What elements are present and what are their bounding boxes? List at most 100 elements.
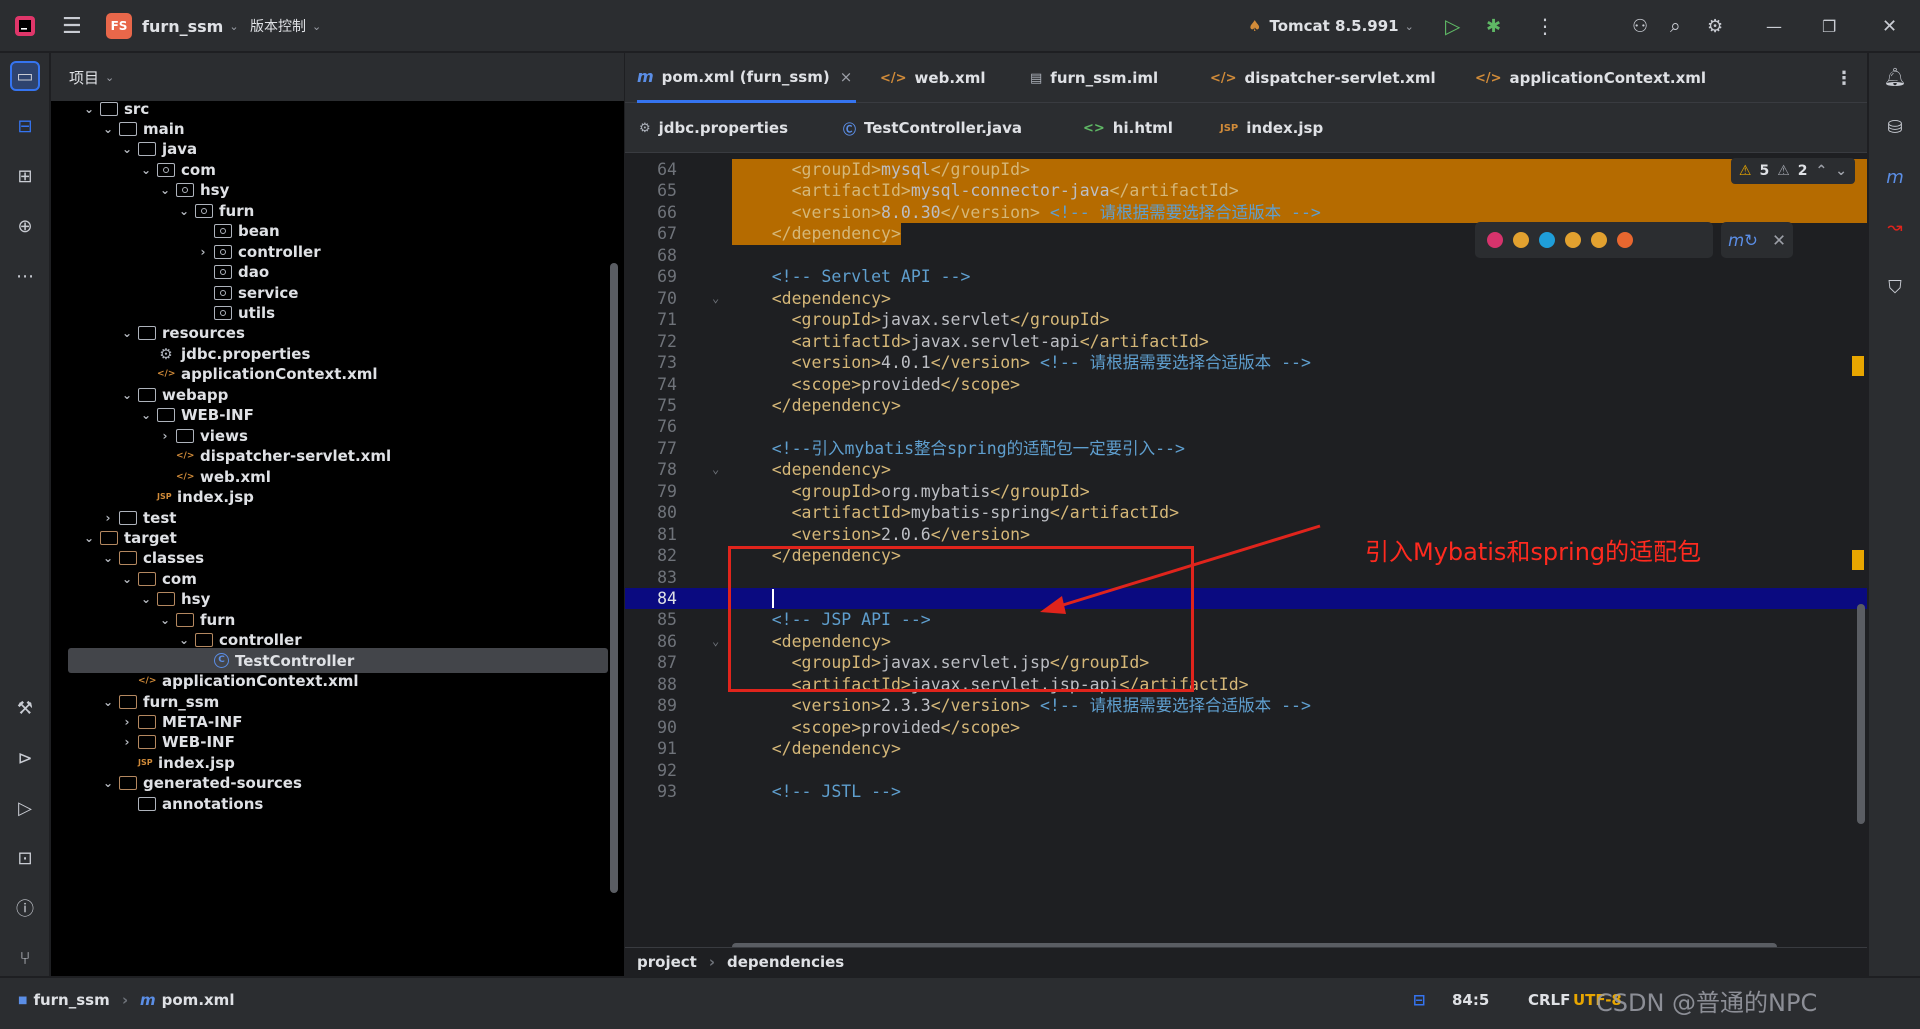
tree-item-label: applicationContext.xml bbox=[181, 365, 378, 384]
run-config-label: Tomcat 8.5.991 bbox=[1269, 17, 1399, 35]
code-line: 76 bbox=[625, 416, 1867, 437]
code-area[interactable]: 64 <groupId>mysql</groupId> 65 <artifactI… bbox=[625, 154, 1867, 946]
code-line: 72 <artifactId>javax.servlet-api</artifa… bbox=[625, 331, 1867, 352]
firefox-icon[interactable] bbox=[1617, 232, 1633, 248]
chevron-down-icon[interactable]: ⌄ bbox=[1835, 163, 1847, 179]
tab-dispatcher-servlet-xml[interactable]: </> dispatcher-servlet.xml bbox=[1210, 53, 1436, 103]
chevron-down-icon[interactable]: ⌄ bbox=[82, 531, 96, 545]
tab-jdbc-properties[interactable]: ⚙ jdbc.properties bbox=[639, 103, 788, 153]
edge-icon[interactable] bbox=[1539, 232, 1555, 248]
chevron-down-icon[interactable]: ⌄ bbox=[177, 204, 191, 218]
status-path-file[interactable]: m pom.xml bbox=[140, 978, 234, 1022]
database-icon[interactable]: ⛁ bbox=[1881, 113, 1909, 141]
breadcrumb-dependencies[interactable]: dependencies bbox=[727, 953, 844, 971]
chevron-down-icon[interactable]: ⌄ bbox=[139, 163, 153, 177]
chrome-icon[interactable] bbox=[1591, 232, 1607, 248]
run-config-selector[interactable]: ♠ Tomcat 8.5.991 ⌄ bbox=[1248, 0, 1414, 52]
tab-furn-ssm-iml[interactable]: ▤ furn_ssm.iml bbox=[1030, 53, 1158, 103]
chevron-down-icon[interactable]: ⌄ bbox=[139, 592, 153, 606]
chevron-right-icon[interactable]: › bbox=[158, 429, 172, 443]
chevron-down-icon[interactable]: ⌄ bbox=[82, 102, 96, 116]
chevron-down-icon[interactable]: ⌄ bbox=[101, 695, 115, 709]
chevron-down-icon[interactable]: ⌄ bbox=[139, 408, 153, 422]
fold-icon[interactable]: ⌄ bbox=[712, 288, 719, 309]
git-tool-icon[interactable]: ⑂ bbox=[10, 943, 40, 973]
chrome-icon[interactable] bbox=[1565, 232, 1581, 248]
project-selector[interactable]: FS furn_ssm ⌄ bbox=[106, 0, 239, 52]
close-icon[interactable]: ✕ bbox=[1772, 231, 1786, 250]
app-logo-icon[interactable] bbox=[14, 0, 36, 52]
maven-reload-icon[interactable]: m↻ bbox=[1728, 231, 1758, 250]
run-tool-icon[interactable]: ▷ bbox=[10, 793, 40, 823]
shield-icon[interactable]: ⛉ bbox=[1881, 273, 1909, 301]
gear-icon[interactable]: ⚙ bbox=[1707, 0, 1723, 52]
breadcrumb-project[interactable]: project bbox=[637, 953, 697, 971]
restore-icon[interactable]: ❐ bbox=[1822, 0, 1836, 52]
more-tools-icon[interactable]: ⋯ bbox=[10, 261, 40, 291]
plugin-icon[interactable]: ↝ bbox=[1881, 213, 1909, 241]
tree-item[interactable]: annotations bbox=[51, 791, 611, 816]
line-separator[interactable]: CRLF bbox=[1528, 978, 1570, 1022]
debug-icon[interactable]: ✱ bbox=[1486, 0, 1501, 52]
intellij-browser-icon[interactable] bbox=[1487, 232, 1503, 248]
line-number: 70 bbox=[657, 288, 677, 308]
fold-icon[interactable]: ⌄ bbox=[712, 459, 719, 480]
chevron-down-icon[interactable]: ⌄ bbox=[101, 551, 115, 565]
structure-icon[interactable]: ⊟ bbox=[1413, 978, 1426, 1022]
editor-vertical-scrollbar[interactable] bbox=[1857, 604, 1865, 824]
project-panel-header[interactable]: 项目 ⌄ bbox=[51, 53, 624, 101]
web-tool-icon[interactable]: ⊕ bbox=[10, 211, 40, 241]
project-tool-icon[interactable]: ▭ bbox=[10, 61, 40, 91]
tab-index-jsp[interactable]: JSP index.jsp bbox=[1220, 103, 1323, 153]
vcs-menu[interactable]: 版本控制 ⌄ bbox=[250, 0, 321, 52]
tab-web-xml[interactable]: </> web.xml bbox=[880, 53, 985, 103]
chevron-down-icon[interactable]: ⌄ bbox=[158, 183, 172, 197]
notifications-icon[interactable]: 🔔︎ bbox=[1881, 63, 1909, 91]
folder-icon bbox=[176, 612, 194, 627]
status-path-project[interactable]: ■ furn_ssm bbox=[18, 978, 110, 1022]
error-stripe-marker[interactable] bbox=[1852, 356, 1864, 376]
weak-warnings-count: 2 bbox=[1797, 163, 1808, 179]
chevron-down-icon[interactable]: ⌄ bbox=[120, 326, 134, 340]
fold-icon[interactable]: ⌄ bbox=[712, 631, 719, 652]
minimize-icon[interactable]: — bbox=[1766, 0, 1782, 52]
chevron-down-icon[interactable]: ⌄ bbox=[158, 613, 172, 627]
tree-item-label: views bbox=[200, 426, 248, 445]
chevron-right-icon[interactable]: › bbox=[120, 735, 134, 749]
chevron-down-icon[interactable]: ⌄ bbox=[101, 122, 115, 136]
build-tool-icon[interactable]: ⚒ bbox=[10, 693, 40, 723]
run-icon[interactable]: ▷ bbox=[1445, 0, 1460, 52]
chevron-right-icon[interactable]: › bbox=[120, 715, 134, 729]
tab-testcontroller-java[interactable]: Ⓒ TestController.java bbox=[843, 103, 1022, 153]
tree-item-label: dispatcher-servlet.xml bbox=[200, 447, 392, 466]
close-icon[interactable]: ✕ bbox=[1882, 0, 1897, 52]
maven-tool-icon[interactable]: m bbox=[1881, 163, 1909, 191]
chevron-down-icon[interactable]: ⌄ bbox=[120, 572, 134, 586]
inspection-widget[interactable]: ⚠ 5 ⚠ 2 ⌃ ⌄ bbox=[1730, 158, 1855, 184]
services-tool-icon[interactable]: ⊞ bbox=[10, 161, 40, 191]
more-actions-icon[interactable]: ⋮ bbox=[1535, 0, 1555, 52]
search-icon[interactable]: ⌕ bbox=[1670, 0, 1681, 52]
chevron-right-icon[interactable]: › bbox=[196, 245, 210, 259]
chevron-right-icon[interactable]: › bbox=[101, 511, 115, 525]
tabs-more-icon[interactable]: ⋮ bbox=[1835, 53, 1853, 103]
error-stripe-marker[interactable] bbox=[1852, 550, 1864, 570]
problems-tool-icon[interactable]: ⓘ bbox=[10, 893, 40, 923]
caret-position[interactable]: 84:5 bbox=[1452, 978, 1489, 1022]
chevron-down-icon[interactable]: ⌄ bbox=[120, 142, 134, 156]
close-tab-icon[interactable]: × bbox=[840, 68, 853, 86]
tab-applicationcontext-xml[interactable]: </> applicationContext.xml bbox=[1475, 53, 1706, 103]
add-user-icon[interactable]: ⚇ bbox=[1632, 0, 1648, 52]
project-scrollbar[interactable] bbox=[610, 263, 618, 893]
structure-tool-icon[interactable]: ⊟ bbox=[10, 111, 40, 141]
terminal-tool-icon[interactable]: ⊡ bbox=[10, 843, 40, 873]
chevron-down-icon[interactable]: ⌄ bbox=[101, 776, 115, 790]
chrome-icon[interactable] bbox=[1513, 232, 1529, 248]
services-run-icon[interactable]: ⊳ bbox=[10, 743, 40, 773]
main-menu-icon[interactable]: ☰ bbox=[62, 0, 82, 52]
tab-hi-html[interactable]: <> hi.html bbox=[1083, 103, 1173, 153]
chevron-up-icon[interactable]: ⌃ bbox=[1816, 163, 1828, 179]
chevron-down-icon[interactable]: ⌄ bbox=[177, 633, 191, 647]
tab-pom-xml[interactable]: m pom.xml (furn_ssm) × bbox=[637, 53, 857, 103]
chevron-down-icon[interactable]: ⌄ bbox=[120, 388, 134, 402]
